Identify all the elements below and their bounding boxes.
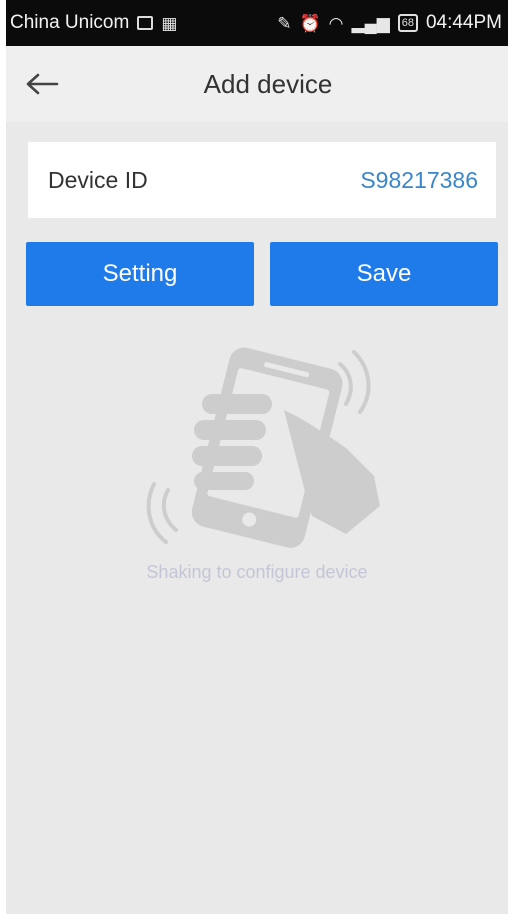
alarm-icon: ⏰ [299, 13, 321, 33]
notification-icon: ▦ [161, 13, 178, 33]
setting-button[interactable]: Setting [26, 242, 254, 306]
wifi-icon: ◠ [328, 13, 344, 33]
device-id-value: S98217386 [360, 166, 478, 193]
signal-icon: ▂▄▆ [351, 13, 390, 33]
image-icon [137, 16, 154, 30]
back-arrow-icon [26, 73, 59, 95]
status-left: China Unicom ▦ [10, 12, 177, 34]
app-screen: China Unicom ▦ ✎ ⏰ ◠ ▂▄▆ 68 04:44PM Add … [0, 0, 516, 914]
device-id-label: Device ID [48, 166, 148, 193]
shake-hint-text: Shaking to configure device [146, 562, 368, 582]
save-button[interactable]: Save [270, 242, 498, 306]
page-title: Add device [203, 68, 333, 99]
battery-icon: 68 [397, 14, 418, 32]
header-bar: Add device [6, 46, 508, 122]
status-time: 04:44PM [425, 12, 502, 33]
shake-phone-icon [146, 347, 380, 548]
device-id-row: Device ID S98217386 [28, 142, 496, 218]
status-right: ✎ ⏰ ◠ ▂▄▆ 68 04:44PM [277, 12, 502, 34]
shake-waves-top [338, 350, 371, 414]
mute-icon: ✎ [277, 13, 292, 33]
shake-waves-bottom [146, 482, 178, 544]
back-button[interactable] [20, 62, 64, 106]
status-bar: China Unicom ▦ ✎ ⏰ ◠ ▂▄▆ 68 04:44PM [6, 0, 508, 46]
carrier-name: China Unicom [10, 12, 130, 33]
